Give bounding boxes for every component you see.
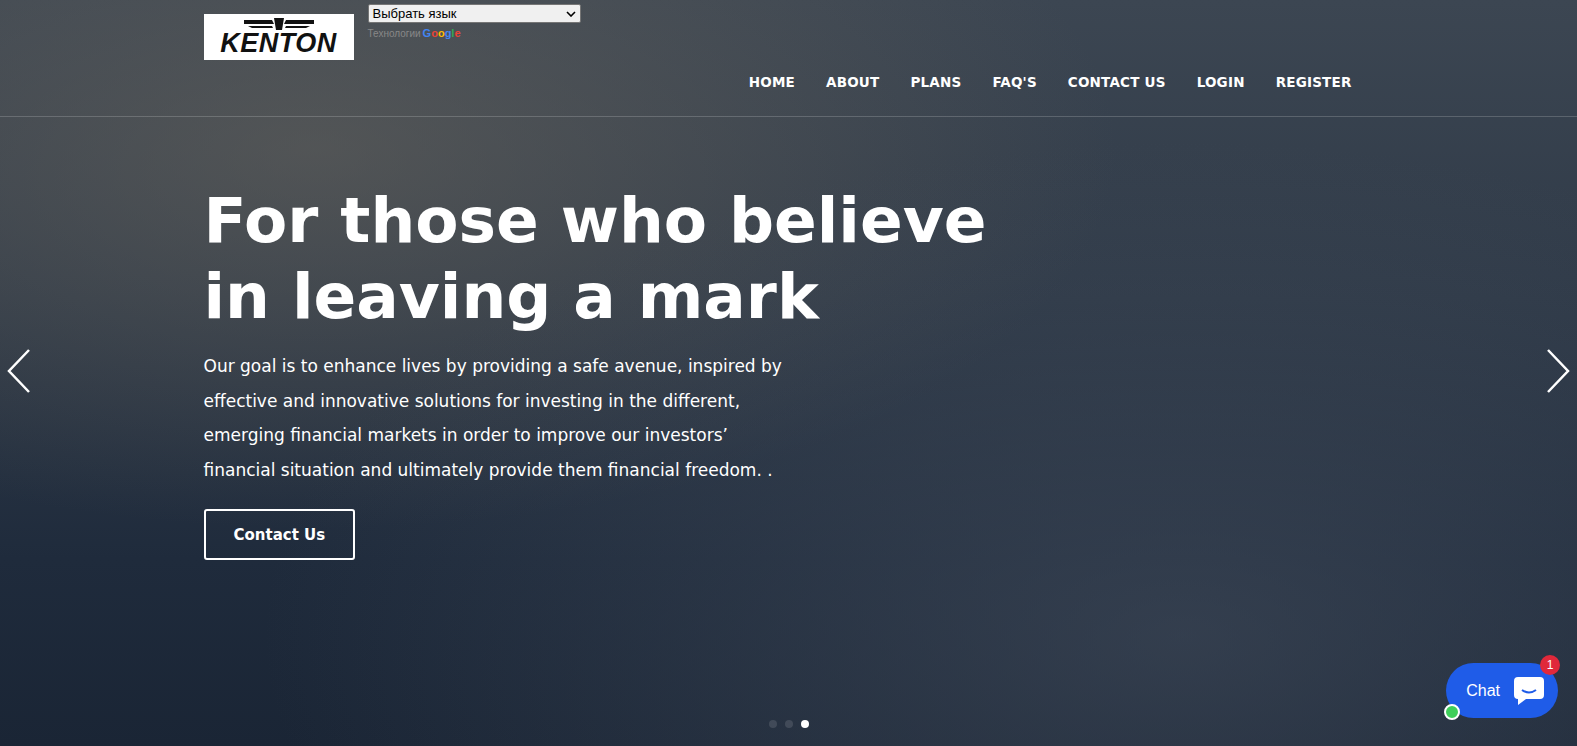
chevron-down-icon [566, 11, 576, 17]
contact-button[interactable]: Contact Us [204, 509, 356, 560]
logo-text: KENTON [220, 30, 337, 57]
hero-section: KENTON Выбрать язык ТехнологииGoogle HOME AB… [0, 0, 1577, 746]
hero-title-line: in leaving a mark [204, 259, 1374, 335]
nav-link[interactable]: HOME [749, 74, 795, 90]
google-brand[interactable]: Google [423, 27, 461, 39]
prev-slide-button[interactable] [6, 348, 32, 394]
language-select[interactable]: Выбрать язык [368, 4, 581, 23]
online-status [1444, 704, 1460, 720]
hero-title: For those who believein leaving a mark [204, 183, 1374, 335]
nav-link[interactable]: REGISTER [1276, 74, 1352, 90]
hero-text: Our goal is to enhance lives by providin… [204, 349, 784, 487]
slider-dots [0, 720, 1577, 728]
main-nav: HOME ABOUT PLANS FAQ'S CONTACT US LOGIN REGIST… [749, 74, 1374, 90]
header-row: KENTON Выбрать язык ТехнологииGoogle HOME AB… [204, 0, 1374, 90]
chevron-right-icon [1545, 348, 1571, 394]
chat-widget[interactable]: Chat1 [1446, 663, 1558, 718]
chat-label: Chat [1466, 682, 1500, 700]
header: KENTON Выбрать язык ТехнологииGoogle HOME AB… [0, 0, 1577, 117]
translate-widget: Выбрать язык ТехнологииGoogle [368, 4, 581, 39]
chat-bubble-icon [1512, 675, 1546, 707]
nav-link[interactable]: PLANS [910, 74, 961, 90]
wings-icon [244, 18, 314, 30]
header-container: KENTON Выбрать язык ТехнологииGoogle HOME AB… [204, 0, 1374, 90]
hero-content: For those who believein leaving a mark Ou… [204, 117, 1374, 560]
nav-link[interactable]: ABOUT [826, 74, 879, 90]
nav-link[interactable]: CONTACT US [1068, 74, 1166, 90]
powered-by: ТехнологииGoogle [368, 27, 581, 39]
unread-badge: 1 [1540, 655, 1560, 675]
chevron-left-icon [6, 348, 32, 394]
hero-title-line: For those who believe [204, 183, 1374, 259]
slider-dot[interactable] [769, 720, 777, 728]
slider-dot[interactable] [801, 720, 809, 728]
next-slide-button[interactable] [1545, 348, 1571, 394]
nav-link[interactable]: LOGIN [1197, 74, 1245, 90]
powered-by-text: Технологии [368, 28, 421, 39]
slider-dot[interactable] [785, 720, 793, 728]
nav-link[interactable]: FAQ'S [992, 74, 1036, 90]
language-select-label: Выбрать язык [373, 5, 457, 22]
logo[interactable]: KENTON [204, 14, 354, 60]
